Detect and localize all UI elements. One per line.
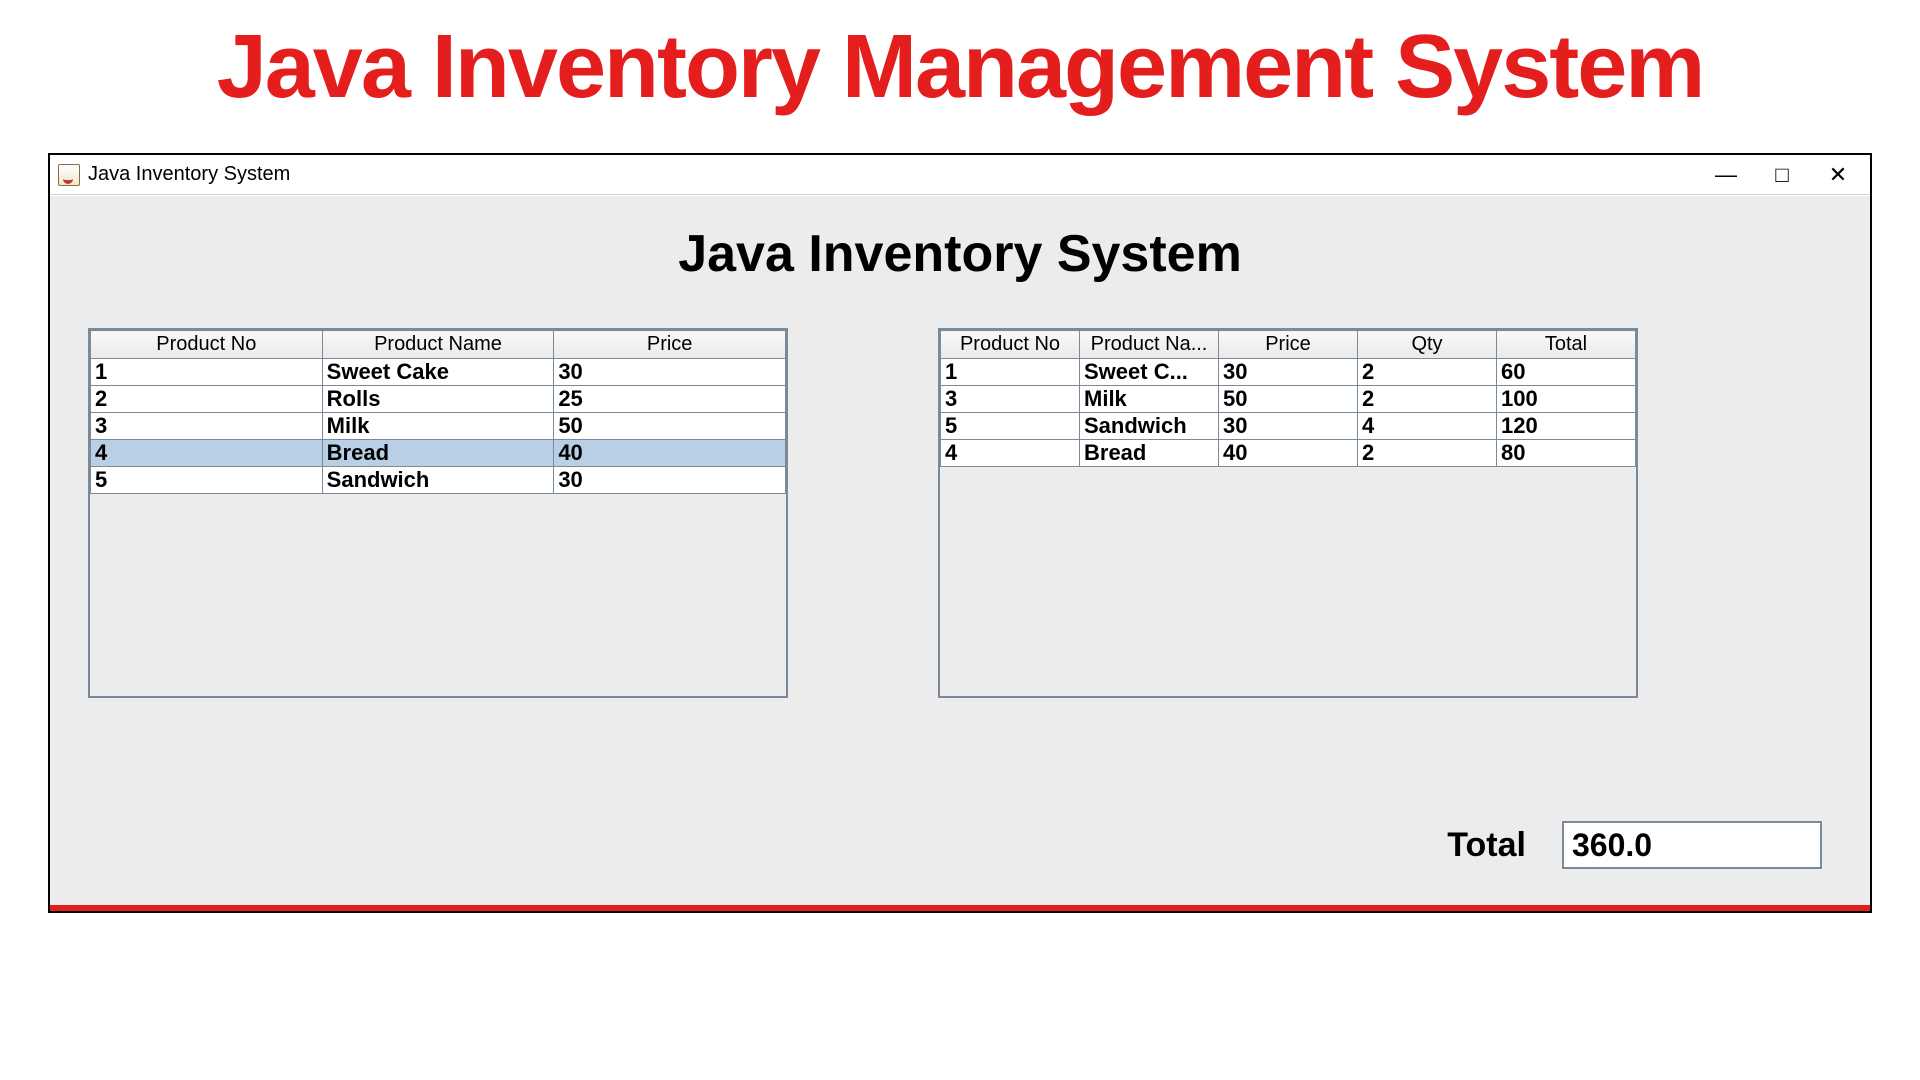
- table-row[interactable]: 4Bread40280: [941, 440, 1636, 467]
- client-area: Java Inventory System Product No Product…: [50, 195, 1870, 905]
- cell[interactable]: Milk: [322, 413, 554, 440]
- cell[interactable]: 30: [554, 467, 786, 494]
- table-row[interactable]: 3Milk50: [91, 413, 786, 440]
- cell[interactable]: Bread: [1080, 440, 1219, 467]
- cell[interactable]: 3: [941, 386, 1080, 413]
- app-heading: Java Inventory System: [78, 224, 1842, 284]
- window-title: Java Inventory System: [88, 163, 290, 186]
- products-col-no[interactable]: Product No: [91, 331, 323, 359]
- cart-col-name[interactable]: Product Na...: [1080, 331, 1219, 359]
- products-table[interactable]: Product No Product Name Price 1Sweet Cak…: [88, 328, 788, 698]
- cart-col-qty[interactable]: Qty: [1358, 331, 1497, 359]
- cell[interactable]: 30: [1219, 413, 1358, 440]
- cell[interactable]: 3: [91, 413, 323, 440]
- cell[interactable]: Bread: [322, 440, 554, 467]
- table-row[interactable]: 3Milk502100: [941, 386, 1636, 413]
- total-label: Total: [1447, 826, 1526, 865]
- maximize-button[interactable]: □: [1754, 156, 1810, 194]
- cell[interactable]: Sandwich: [322, 467, 554, 494]
- products-col-price[interactable]: Price: [554, 331, 786, 359]
- cell[interactable]: 25: [554, 386, 786, 413]
- cell[interactable]: 4: [941, 440, 1080, 467]
- java-icon: [58, 164, 80, 186]
- total-field[interactable]: [1562, 821, 1822, 869]
- cell[interactable]: 100: [1497, 386, 1636, 413]
- cell[interactable]: Milk: [1080, 386, 1219, 413]
- cell[interactable]: 30: [554, 359, 786, 386]
- cell[interactable]: 5: [91, 467, 323, 494]
- table-row[interactable]: 5Sandwich30: [91, 467, 786, 494]
- cell[interactable]: 2: [1358, 359, 1497, 386]
- table-row[interactable]: 2Rolls25: [91, 386, 786, 413]
- cart-table[interactable]: Product No Product Na... Price Qty Total…: [938, 328, 1638, 698]
- cell[interactable]: 80: [1497, 440, 1636, 467]
- cell[interactable]: 4: [91, 440, 323, 467]
- cell[interactable]: 2: [1358, 440, 1497, 467]
- cart-col-total[interactable]: Total: [1497, 331, 1636, 359]
- cell[interactable]: 50: [554, 413, 786, 440]
- table-row[interactable]: 1Sweet C...30260: [941, 359, 1636, 386]
- page-title: Java Inventory Management System: [0, 16, 1920, 119]
- total-row: Total: [1447, 821, 1822, 869]
- cell[interactable]: 40: [1219, 440, 1358, 467]
- cell[interactable]: Sweet C...: [1080, 359, 1219, 386]
- cell[interactable]: Rolls: [322, 386, 554, 413]
- cell[interactable]: 2: [1358, 386, 1497, 413]
- cell[interactable]: Sandwich: [1080, 413, 1219, 440]
- cart-col-no[interactable]: Product No: [941, 331, 1080, 359]
- cell[interactable]: 50: [1219, 386, 1358, 413]
- cell[interactable]: 60: [1497, 359, 1636, 386]
- cell[interactable]: 40: [554, 440, 786, 467]
- cart-col-price[interactable]: Price: [1219, 331, 1358, 359]
- cell[interactable]: 4: [1358, 413, 1497, 440]
- cell[interactable]: 1: [941, 359, 1080, 386]
- red-footer-bar: [50, 905, 1870, 911]
- table-row[interactable]: 5Sandwich304120: [941, 413, 1636, 440]
- cell[interactable]: 30: [1219, 359, 1358, 386]
- cell[interactable]: 5: [941, 413, 1080, 440]
- cell[interactable]: Sweet Cake: [322, 359, 554, 386]
- cell[interactable]: 120: [1497, 413, 1636, 440]
- cell[interactable]: 1: [91, 359, 323, 386]
- titlebar[interactable]: Java Inventory System — □ ✕: [50, 155, 1870, 195]
- table-row[interactable]: 1Sweet Cake30: [91, 359, 786, 386]
- products-col-name[interactable]: Product Name: [322, 331, 554, 359]
- app-window: Java Inventory System — □ ✕ Java Invento…: [48, 153, 1872, 913]
- close-button[interactable]: ✕: [1810, 156, 1866, 194]
- minimize-button[interactable]: —: [1698, 156, 1754, 194]
- table-row[interactable]: 4Bread40: [91, 440, 786, 467]
- cell[interactable]: 2: [91, 386, 323, 413]
